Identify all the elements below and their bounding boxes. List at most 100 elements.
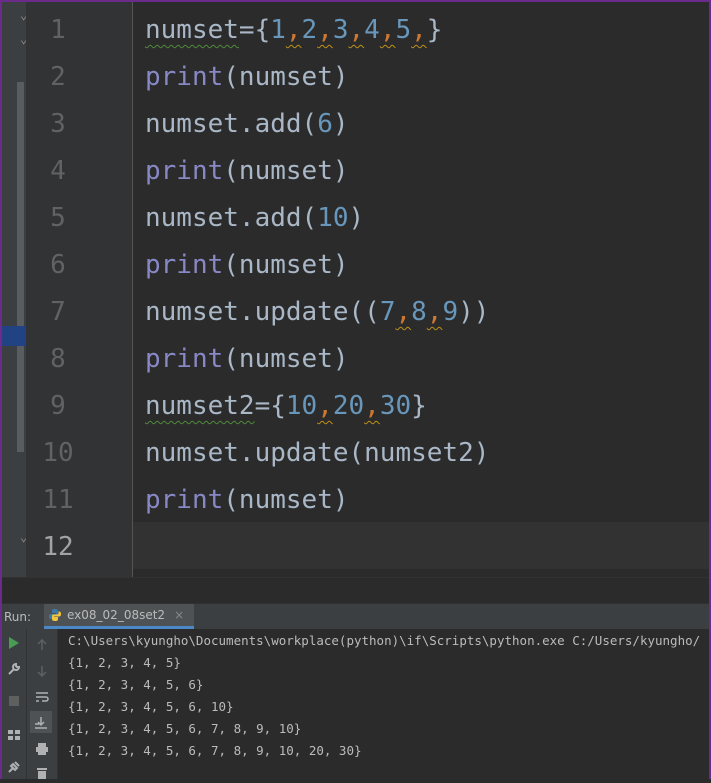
line-number: 6 <box>50 250 66 280</box>
number-literal: 5 <box>395 15 412 45</box>
python-icon <box>49 609 61 621</box>
code-line-8[interactable]: print(numset) <box>145 336 349 383</box>
brace: } <box>411 391 427 421</box>
code-line-11[interactable]: print(numset) <box>145 477 349 524</box>
comma-warning: , <box>395 297 412 327</box>
method-call: numset.add( <box>145 203 318 233</box>
brace: } <box>426 15 443 45</box>
builtin-function: print <box>145 62 224 92</box>
number-literal: 7 <box>379 297 396 327</box>
identifier: numset2 <box>145 391 255 421</box>
code-line-6[interactable]: print(numset) <box>145 242 349 289</box>
builtin-function: print <box>145 156 224 186</box>
line-number-gutter: 1 2 3 4 5 6 7 8 9 10 11 12 <box>26 2 133 577</box>
comma-warning: , <box>426 297 443 327</box>
soft-wrap-icon[interactable] <box>32 687 52 707</box>
code-line-9[interactable]: numset2={10,20,30} <box>145 383 427 430</box>
number-literal: 3 <box>332 15 349 45</box>
structure-scrollbar[interactable] <box>17 82 24 452</box>
line-number: 1 <box>50 15 66 45</box>
editor-bottom-area <box>2 577 709 604</box>
code-line-2[interactable]: print(numset) <box>145 54 349 101</box>
stop-icon[interactable] <box>4 691 24 711</box>
line-number: 11 <box>42 485 74 515</box>
comma-warning: , <box>364 391 380 421</box>
number-literal: 30 <box>379 391 412 421</box>
pin-icon[interactable] <box>4 757 24 777</box>
line-number: 7 <box>50 297 66 327</box>
number-literal: 10 <box>317 203 349 233</box>
run-label: Run: <box>4 610 32 624</box>
console-output-line: {1, 2, 3, 4, 5, 6, 10} <box>68 699 234 714</box>
run-tab-label: ex08_02_08set2 <box>67 608 166 622</box>
method-call: numset.update(( <box>145 297 380 327</box>
print-icon[interactable] <box>32 739 52 759</box>
paren: ) <box>348 203 365 233</box>
comma-warning: , <box>317 15 333 45</box>
arguments: (numset) <box>223 62 349 92</box>
number-literal: 20 <box>332 391 365 421</box>
number-literal: 9 <box>442 297 459 327</box>
number-literal: 4 <box>364 15 380 45</box>
trash-icon[interactable] <box>32 763 52 783</box>
code-editor[interactable]: ⌄ ⌄ ⌄ 1 2 3 4 5 6 7 8 9 10 11 12 numset=… <box>2 2 709 577</box>
line-number: 10 <box>42 438 74 468</box>
code-line-7[interactable]: numset.update((7,8,9)) <box>145 289 489 336</box>
line-number: 2 <box>50 62 66 92</box>
builtin-function: print <box>145 250 224 280</box>
paren: ) <box>332 109 349 139</box>
arguments: (numset) <box>223 250 349 280</box>
number-literal: 2 <box>301 15 318 45</box>
number-literal: 10 <box>285 391 318 421</box>
console-command-line: C:\Users\kyungho\Documents\workplace(pyt… <box>68 633 701 648</box>
wrench-icon[interactable] <box>4 659 24 679</box>
console-output-line: {1, 2, 3, 4, 5, 6, 7, 8, 9, 10, 20, 30} <box>68 743 362 758</box>
run-tab[interactable]: ex08_02_08set2 × <box>44 604 195 629</box>
comma-warning: , <box>411 15 427 45</box>
left-structure-strip: ⌄ ⌄ ⌄ <box>2 2 27 577</box>
code-line-3[interactable]: numset.add(6) <box>145 101 349 148</box>
comma-warning: , <box>317 391 333 421</box>
run-toolwindow-header: Run: ex08_02_08set2 × <box>2 603 709 630</box>
layout-icon[interactable] <box>4 725 24 745</box>
comma-warning: , <box>285 15 302 45</box>
line-number: 8 <box>50 344 66 374</box>
run-toolbar-secondary <box>27 629 58 779</box>
arrow-down-icon[interactable] <box>32 661 52 681</box>
console-output-line: {1, 2, 3, 4, 5, 6, 7, 8, 9, 10} <box>68 721 302 736</box>
line-number: 9 <box>50 391 66 421</box>
code-line-1[interactable]: numset={1,2,3,4,5,} <box>145 7 442 54</box>
position-marker <box>2 326 26 346</box>
code-line-5[interactable]: numset.add(10) <box>145 195 364 242</box>
comma-warning: , <box>379 15 396 45</box>
number-literal: 1 <box>270 15 286 45</box>
console-output-line: {1, 2, 3, 4, 5} <box>68 655 181 670</box>
line-number-current: 12 <box>42 532 74 562</box>
close-icon[interactable]: × <box>174 608 184 622</box>
console-output-line: {1, 2, 3, 4, 5, 6} <box>68 677 204 692</box>
identifier: numset <box>145 15 239 45</box>
number-literal: 6 <box>317 109 333 139</box>
line-number: 4 <box>50 156 66 186</box>
scroll-to-end-icon[interactable] <box>30 711 52 733</box>
builtin-function: print <box>145 344 224 374</box>
play-icon[interactable] <box>4 633 24 653</box>
line-number: 5 <box>50 203 66 233</box>
arrow-up-icon[interactable] <box>32 635 52 655</box>
arguments: (numset) <box>223 156 349 186</box>
arguments: (numset) <box>223 344 349 374</box>
builtin-function: print <box>145 485 224 515</box>
gutter-divider <box>132 2 133 577</box>
code-line-4[interactable]: print(numset) <box>145 148 349 195</box>
console-output[interactable]: C:\Users\kyungho\Documents\workplace(pyt… <box>58 629 709 779</box>
method-call: numset.add( <box>145 109 318 139</box>
paren: )) <box>458 297 490 327</box>
current-line-highlight <box>133 522 709 569</box>
run-toolbar-primary <box>2 629 27 779</box>
comma-warning: , <box>348 15 365 45</box>
code-line-10[interactable]: numset.update(numset2) <box>145 430 489 477</box>
operator: ={ <box>254 391 286 421</box>
arguments: (numset) <box>223 485 349 515</box>
line-number: 3 <box>50 109 66 139</box>
operator: ={ <box>238 15 271 45</box>
